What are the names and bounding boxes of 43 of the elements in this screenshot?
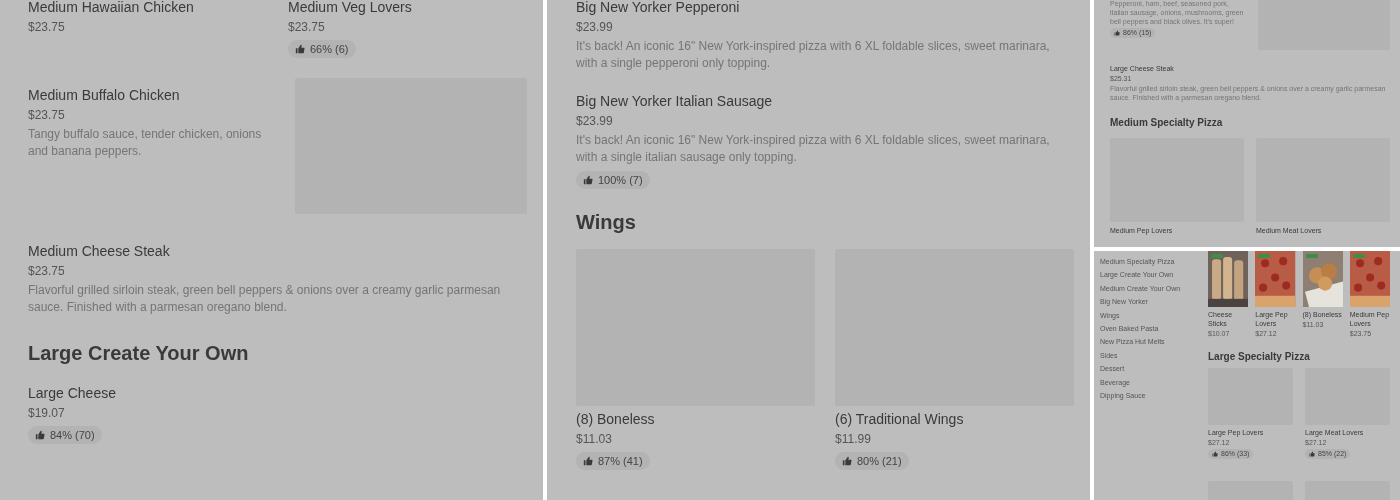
item-name: Big New Yorker Italian Sausage bbox=[576, 92, 773, 110]
item-name: Medium Hawaiian Chicken bbox=[28, 0, 194, 16]
thumbs-up-icon bbox=[1212, 451, 1218, 457]
item-description: It's back! An iconic 16" New York-inspired pizza with 6 XL foldable slices, sweet marinara, with a single italian sausage only topping. bbox=[576, 132, 1051, 166]
item-name: Big New Yorker Pepperoni bbox=[576, 0, 740, 16]
section-heading: Medium Specialty Pizza bbox=[1110, 116, 1224, 130]
thumbs-up-icon bbox=[842, 456, 852, 466]
rating-text: 80% (21) bbox=[857, 454, 902, 468]
thumbs-up-icon bbox=[35, 430, 45, 440]
item-description: It's back! An iconic 16" New York-inspired pizza with 6 XL foldable slices, sweet marinara, with a single pepperoni only topping. bbox=[576, 38, 1051, 72]
item-price: $23.75 bbox=[28, 263, 65, 279]
rating-text: 66% (6) bbox=[310, 42, 349, 56]
item-price: $11.03 bbox=[576, 431, 612, 447]
item-price: $23.75 bbox=[28, 107, 65, 123]
rating-text: 87% (41) bbox=[598, 454, 643, 468]
item-price: $23.99 bbox=[576, 113, 613, 129]
item-name: (8) Boneless bbox=[576, 410, 655, 428]
item-description: Tangy buffalo sauce, tender chicken, onions and banana peppers. bbox=[28, 126, 263, 160]
item-price: $23.99 bbox=[576, 19, 613, 35]
item-name: Medium Buffalo Chicken bbox=[28, 86, 180, 104]
section-heading: Large Specialty Pizza bbox=[1208, 350, 1311, 364]
thumbs-up-icon bbox=[1309, 451, 1315, 457]
rating-text: 84% (70) bbox=[50, 428, 95, 442]
thumbs-up-icon bbox=[583, 456, 593, 466]
item-price: $23.75 bbox=[288, 19, 325, 35]
rating-text: 100% (7) bbox=[598, 173, 643, 187]
thumbs-up-icon bbox=[1114, 30, 1120, 36]
item-price: $11.99 bbox=[835, 431, 871, 447]
promo-tag bbox=[1305, 254, 1318, 258]
thumbs-up-icon bbox=[295, 44, 305, 54]
item-description: Flavorful grilled sirloin steak, green bell peppers & onions over a creamy garlic parmesan sauce. Finished with a parmesan oregano blend. bbox=[28, 282, 502, 316]
item-name: Medium Veg Lovers bbox=[288, 0, 412, 16]
item-price: $19.07 bbox=[28, 405, 65, 421]
section-heading: Wings bbox=[576, 210, 637, 235]
promo-tag bbox=[1352, 254, 1365, 258]
item-price: $23.75 bbox=[28, 19, 65, 35]
promo-tag bbox=[1211, 254, 1223, 258]
item-name: (6) Traditional Wings bbox=[835, 410, 964, 428]
item-name: Large Cheese bbox=[28, 384, 116, 402]
section-heading: Large Create Your Own bbox=[28, 341, 250, 366]
thumbs-up-icon bbox=[583, 175, 593, 185]
item-name: Medium Cheese Steak bbox=[28, 242, 170, 260]
promo-tag bbox=[1258, 254, 1271, 258]
